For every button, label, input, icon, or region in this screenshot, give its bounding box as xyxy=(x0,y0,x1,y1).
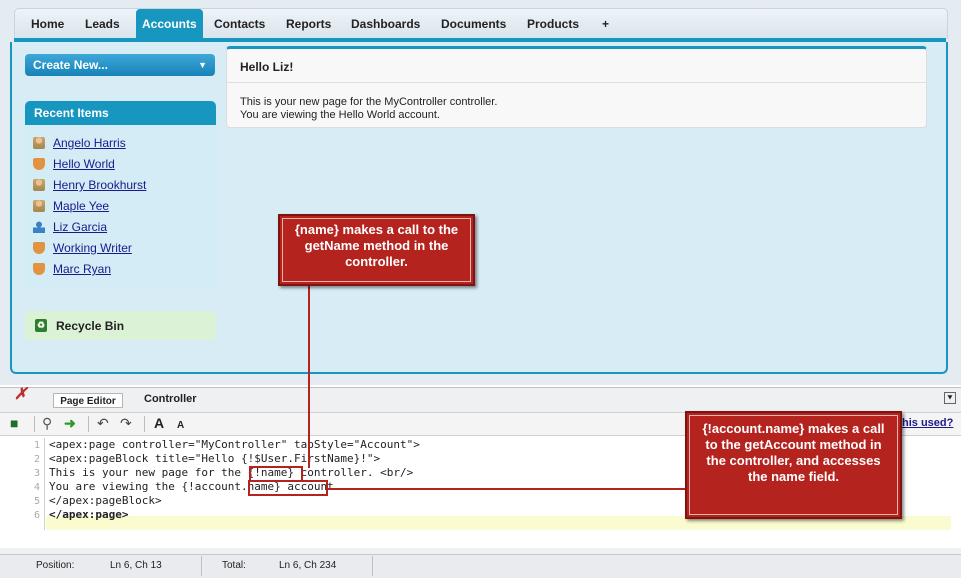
page-text-line-2: You are viewing the Hello World account. xyxy=(240,109,440,121)
tab-dashboards[interactable]: Dashboards xyxy=(351,9,420,39)
line-number: 3 xyxy=(33,468,40,479)
recent-item[interactable]: Henry Brookhurst xyxy=(33,177,146,193)
callout-account-text: {!account.name} makes a call to the getA… xyxy=(702,421,885,484)
page-block-title: Hello Liz! xyxy=(240,60,294,74)
toolbar-separator xyxy=(34,416,35,432)
code-line: This is your new page for the {!name} co… xyxy=(49,466,414,479)
create-new-label: Create New... xyxy=(33,58,108,72)
top-tab-bar: Home Leads Accounts Contacts Reports Das… xyxy=(14,8,948,39)
line-number: 2 xyxy=(33,454,40,465)
chevron-down-icon: ▼ xyxy=(198,60,207,70)
callout-name-text: {name} makes a call to the getName metho… xyxy=(294,222,459,269)
recent-item-link[interactable]: Henry Brookhurst xyxy=(53,178,146,192)
line-number: 4 xyxy=(33,482,40,493)
code-line: </apex:page> xyxy=(49,508,129,521)
account-icon xyxy=(33,158,45,170)
line-number: 5 xyxy=(33,496,40,507)
redo-icon[interactable]: ↷ xyxy=(120,415,132,431)
gutter-divider xyxy=(44,438,45,530)
recent-items-header: Recent Items xyxy=(25,101,216,125)
recent-item[interactable]: Angelo Harris xyxy=(33,135,126,151)
close-icon[interactable]: ✗ xyxy=(14,387,28,403)
recent-item-link[interactable]: Working Writer xyxy=(53,241,132,255)
code-line: </apex:pageBlock> xyxy=(49,494,162,507)
highlight-account-name xyxy=(248,480,328,496)
account-icon xyxy=(33,263,45,275)
search-icon[interactable]: ⚲ xyxy=(42,415,52,431)
callout-connector-line xyxy=(328,488,685,490)
recycle-bin-label: Recycle Bin xyxy=(56,318,125,333)
callout-account: {!account.name} makes a call to the getA… xyxy=(685,411,902,519)
recent-items-list: Angelo Harris Hello World Henry Brookhur… xyxy=(25,125,216,289)
tab-page-editor[interactable]: Page Editor xyxy=(53,393,123,408)
recycle-bin-link[interactable]: ♻ Recycle Bin xyxy=(25,311,216,340)
font-decrease-icon[interactable]: A xyxy=(177,418,184,434)
tab-contacts[interactable]: Contacts xyxy=(214,9,265,39)
tab-documents[interactable]: Documents xyxy=(441,9,506,39)
recent-item[interactable]: Liz Garcia xyxy=(33,219,107,235)
toolbar-separator xyxy=(144,416,145,432)
highlight-name xyxy=(249,466,303,482)
create-new-dropdown[interactable]: Create New... ▼ xyxy=(25,54,215,76)
recent-item[interactable]: Hello World xyxy=(33,156,115,172)
recent-item[interactable]: Working Writer xyxy=(33,240,132,256)
add-tab-plus-icon[interactable]: + xyxy=(602,9,609,39)
font-increase-icon[interactable]: A xyxy=(154,415,164,431)
help-link[interactable]: his used? xyxy=(902,417,953,429)
save-icon[interactable]: ■ xyxy=(10,415,18,431)
divider xyxy=(227,82,926,83)
position-label: Position: xyxy=(36,560,75,571)
line-number: 6 xyxy=(33,510,40,521)
tab-reports[interactable]: Reports xyxy=(286,9,331,39)
recycle-bin-icon: ♻ xyxy=(35,319,47,332)
user-icon xyxy=(33,221,45,233)
tab-products[interactable]: Products xyxy=(527,9,579,39)
go-to-line-icon[interactable]: ➜ xyxy=(64,415,76,431)
total-value: Ln 6, Ch 234 xyxy=(279,560,337,571)
contact-icon xyxy=(33,200,45,212)
expand-icon[interactable]: ⯆ xyxy=(944,392,956,404)
recent-item-link[interactable]: Marc Ryan xyxy=(53,262,111,276)
recent-item-link[interactable]: Hello World xyxy=(53,157,115,171)
tab-accounts[interactable]: Accounts xyxy=(136,9,203,39)
callout-connector-line xyxy=(308,286,310,468)
tab-leads[interactable]: Leads xyxy=(85,9,120,39)
toolbar-separator xyxy=(88,416,89,432)
line-number: 1 xyxy=(33,440,40,451)
code-line: <apex:pageBlock title="Hello {!$User.Fir… xyxy=(49,452,381,465)
contact-icon xyxy=(33,137,45,149)
contact-icon xyxy=(33,179,45,191)
tab-controller[interactable]: Controller xyxy=(144,393,197,405)
recent-item-link[interactable]: Liz Garcia xyxy=(53,220,107,234)
callout-name: {name} makes a call to the getName metho… xyxy=(278,214,475,286)
status-divider xyxy=(201,556,202,576)
total-label: Total: xyxy=(222,560,246,571)
recent-item[interactable]: Maple Yee xyxy=(33,198,109,214)
code-line: <apex:page controller="MyController" tab… xyxy=(49,438,420,451)
status-divider xyxy=(372,556,373,576)
undo-icon[interactable]: ↶ xyxy=(97,415,109,431)
page-text-line-1: This is your new page for the MyControll… xyxy=(240,96,498,108)
tab-home[interactable]: Home xyxy=(31,9,64,39)
recent-item[interactable]: Marc Ryan xyxy=(33,261,111,277)
position-value: Ln 6, Ch 13 xyxy=(110,560,162,571)
recent-item-link[interactable]: Angelo Harris xyxy=(53,136,126,150)
account-icon xyxy=(33,242,45,254)
recent-item-link[interactable]: Maple Yee xyxy=(53,199,109,213)
